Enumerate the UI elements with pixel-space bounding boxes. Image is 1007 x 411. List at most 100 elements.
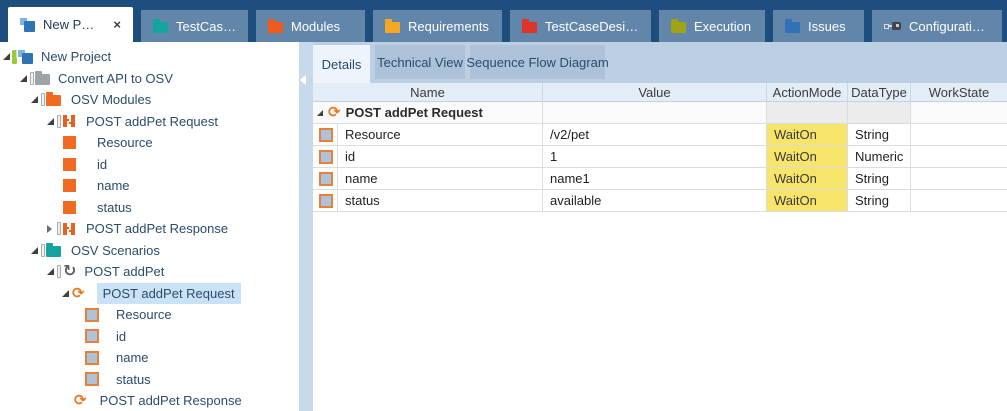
- tree-item-resource-module[interactable]: Resource: [0, 132, 299, 154]
- project-icon: [20, 17, 35, 32]
- datatype-cell[interactable]: Numeric: [848, 146, 911, 167]
- tab-sequence-flow-diagram[interactable]: Sequence Flow Diagram: [470, 45, 605, 79]
- sync-icon: ⟳: [72, 286, 85, 301]
- tree-item-label: name: [112, 348, 153, 367]
- column-header-name: Name: [313, 83, 543, 101]
- field-square-icon: [85, 351, 99, 365]
- expand-icon[interactable]: [3, 53, 10, 60]
- workstate-cell[interactable]: [911, 124, 1007, 145]
- actionmode-cell[interactable]: WaitOn: [767, 124, 848, 145]
- table-row-resource[interactable]: Resource /v2/pet WaitOn String: [313, 124, 1007, 146]
- table-row-status[interactable]: status available WaitOn String: [313, 190, 1007, 212]
- expand-icon[interactable]: [31, 96, 38, 103]
- tree-item-status-scenario[interactable]: status: [0, 369, 299, 391]
- table-row-id[interactable]: id 1 WaitOn Numeric: [313, 146, 1007, 168]
- tree-item-post-addpet-request-module[interactable]: POST addPet Request: [0, 111, 299, 133]
- close-icon[interactable]: ×: [113, 17, 121, 32]
- value-cell[interactable]: [543, 102, 767, 123]
- row-name: status: [337, 190, 542, 211]
- tab-configurations[interactable]: Configurations: [872, 10, 1002, 42]
- group-name-cell[interactable]: ⟳ POST addPet Request: [313, 102, 543, 123]
- value-cell[interactable]: available: [543, 190, 767, 211]
- tab-testcases[interactable]: TestCases: [141, 10, 248, 42]
- expand-icon[interactable]: [47, 225, 52, 233]
- datatype-cell[interactable]: String: [848, 190, 911, 211]
- tab-testcasedesign[interactable]: TestCaseDesign: [510, 10, 651, 42]
- tree-item-resource-scenario[interactable]: Resource: [0, 304, 299, 326]
- tree-item-post-addpet-response-scenario[interactable]: ⟳ POST addPet Response: [0, 390, 299, 411]
- expand-icon[interactable]: [47, 268, 54, 275]
- workstate-cell[interactable]: [911, 168, 1007, 189]
- refresh-icon: ↻: [63, 264, 76, 280]
- tree-item-post-addpet-request-scenario[interactable]: ⟳ POST addPet Request: [0, 283, 299, 305]
- folder-icon: [522, 22, 537, 33]
- tab-new-project[interactable]: New Project ×: [8, 7, 133, 42]
- tree-item-name-module[interactable]: name: [0, 175, 299, 197]
- tree-item-label: POST addPet: [80, 262, 168, 281]
- tree-item-name-scenario[interactable]: name: [0, 347, 299, 369]
- folder-icon: [268, 22, 283, 33]
- name-cell[interactable]: Resource: [313, 124, 543, 145]
- actionmode-cell[interactable]: WaitOn: [767, 168, 848, 189]
- tree-item-osv-modules[interactable]: OSV Modules: [0, 89, 299, 111]
- field-square-icon: [319, 172, 333, 186]
- tree-item-id-module[interactable]: id: [0, 154, 299, 176]
- actionmode-cell[interactable]: WaitOn: [767, 190, 848, 211]
- value-cell[interactable]: /v2/pet: [543, 124, 767, 145]
- collapse-arrow-icon[interactable]: [300, 75, 306, 85]
- tab-requirements[interactable]: Requirements: [373, 10, 502, 42]
- datatype-cell[interactable]: String: [848, 124, 911, 145]
- field-square-icon: [63, 136, 76, 149]
- name-cell[interactable]: id: [313, 146, 543, 167]
- value-cell[interactable]: name1: [543, 168, 767, 189]
- tab-issues[interactable]: Issues: [773, 10, 864, 42]
- tree-item-label: POST addPet Response: [82, 219, 232, 238]
- tab-label: Issues: [808, 19, 846, 34]
- tree-item-osv-scenarios[interactable]: OSV Scenarios: [0, 240, 299, 262]
- table-row-name[interactable]: name name1 WaitOn String: [313, 168, 1007, 190]
- tab-label: TestCases: [176, 19, 236, 34]
- expand-icon[interactable]: [31, 247, 38, 254]
- tab-execution[interactable]: Execution: [659, 10, 765, 42]
- expand-icon[interactable]: [317, 110, 323, 116]
- table-group-row[interactable]: ⟳ POST addPet Request: [313, 102, 1007, 124]
- node-bar-icon: [30, 72, 34, 85]
- tree-item-post-addpet-response-module[interactable]: POST addPet Response: [0, 218, 299, 240]
- actionmode-cell[interactable]: [767, 102, 848, 123]
- tab-label: Requirements: [408, 19, 489, 34]
- tab-modules[interactable]: Modules: [256, 10, 365, 42]
- expand-icon[interactable]: [47, 118, 54, 125]
- tree-item-new-project[interactable]: New Project: [0, 46, 299, 68]
- tree-item-id-scenario[interactable]: id: [0, 326, 299, 348]
- tree-item-status-module[interactable]: status: [0, 197, 299, 219]
- datatype-cell[interactable]: String: [848, 168, 911, 189]
- field-square-icon: [319, 150, 333, 164]
- actionmode-cell[interactable]: WaitOn: [767, 146, 848, 167]
- workstate-cell[interactable]: [911, 190, 1007, 211]
- folder-icon: [385, 22, 400, 33]
- project-tree: New Project Convert API to OSV OSV Modul…: [0, 42, 299, 411]
- tree-item-post-addpet[interactable]: ↻ POST addPet: [0, 261, 299, 283]
- detail-panel: Details Technical View Sequence Flow Dia…: [313, 42, 1007, 411]
- tab-details[interactable]: Details: [313, 45, 370, 83]
- datatype-cell[interactable]: [848, 102, 911, 123]
- expand-icon[interactable]: [20, 75, 27, 82]
- main-tab-bar: New Project × TestCases Modules Requirem…: [0, 0, 1007, 42]
- tree-item-convert-api-to-osv[interactable]: Convert API to OSV: [0, 68, 299, 90]
- expand-icon[interactable]: [62, 290, 69, 297]
- tree-item-label: status: [112, 370, 155, 389]
- tree-item-label: Convert API to OSV: [54, 69, 177, 88]
- workstate-cell[interactable]: [911, 102, 1007, 123]
- panel-splitter[interactable]: [299, 42, 313, 411]
- sync-icon: ⟳: [74, 393, 87, 408]
- node-bar-icon: [57, 222, 61, 235]
- tab-technical-view[interactable]: Technical View: [375, 45, 465, 79]
- node-bar-icon: [41, 244, 45, 257]
- name-cell[interactable]: name: [313, 168, 543, 189]
- column-header-datatype: DataType: [848, 83, 911, 101]
- column-header-workstate: WorkState: [911, 83, 1007, 101]
- field-square-icon: [63, 201, 76, 214]
- workstate-cell[interactable]: [911, 146, 1007, 167]
- name-cell[interactable]: status: [313, 190, 543, 211]
- value-cell[interactable]: 1: [543, 146, 767, 167]
